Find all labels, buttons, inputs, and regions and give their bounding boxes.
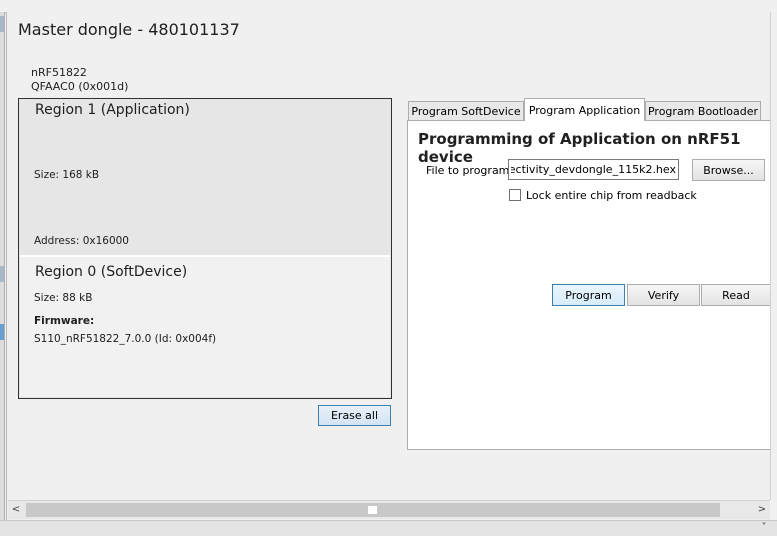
lock-readback-checkbox[interactable]	[509, 189, 521, 201]
left-dock-tab[interactable]	[0, 266, 4, 282]
region-title: Region 0 (SoftDevice)	[35, 264, 188, 280]
right-edge	[770, 12, 777, 500]
lock-readback-label: Lock entire chip from readback	[526, 189, 697, 202]
tab-program-softdevice[interactable]: Program SoftDevice	[408, 101, 524, 120]
region-size: Size: 168 kB	[34, 169, 100, 181]
tab-program-application[interactable]: Program Application	[524, 98, 645, 121]
scrollbar-grip-icon[interactable]	[368, 506, 377, 514]
region-softdevice[interactable]: Region 0 (SoftDevice) Size: 88 kB Firmwa…	[20, 257, 390, 397]
erase-all-button[interactable]: Erase all	[318, 405, 391, 426]
chip-variant: QFAAC0 (0x001d)	[31, 80, 129, 93]
tab-program-bootloader[interactable]: Program Bootloader	[645, 101, 761, 120]
region-title: Region 1 (Application)	[35, 102, 190, 118]
memory-layout: Region 1 (Application) Size: 168 kB Addr…	[18, 98, 392, 399]
chevron-down-icon[interactable]: ˅	[756, 520, 772, 535]
chevron-left-icon[interactable]: <	[8, 500, 24, 518]
file-label: File to program:	[426, 164, 514, 177]
verify-button[interactable]: Verify	[627, 284, 700, 306]
left-dock-tab[interactable]	[0, 16, 4, 32]
region-address: Address: 0x16000	[34, 235, 129, 247]
left-dock-tab[interactable]	[0, 324, 4, 340]
region-application[interactable]: Region 1 (Application) Size: 168 kB Addr…	[20, 100, 390, 257]
read-button[interactable]: Read	[701, 284, 771, 306]
browse-button[interactable]: Browse...	[692, 159, 765, 181]
chevron-right-icon[interactable]: >	[754, 500, 770, 518]
chip-info: nRF51822 QFAAC0 (0x001d)	[31, 66, 128, 94]
firmware-value: S110_nRF51822_7.0.0 (Id: 0x004f)	[34, 333, 217, 345]
region-size: Size: 88 kB	[34, 292, 93, 304]
left-dock-strip	[0, 12, 5, 520]
bottom-strip	[0, 520, 777, 536]
firmware-label: Firmware:	[34, 315, 95, 327]
device-title: Master dongle - 480101137	[18, 20, 240, 39]
chip-name: nRF51822	[31, 66, 87, 79]
program-button[interactable]: Program	[552, 284, 625, 306]
file-path-input[interactable]	[508, 159, 679, 180]
